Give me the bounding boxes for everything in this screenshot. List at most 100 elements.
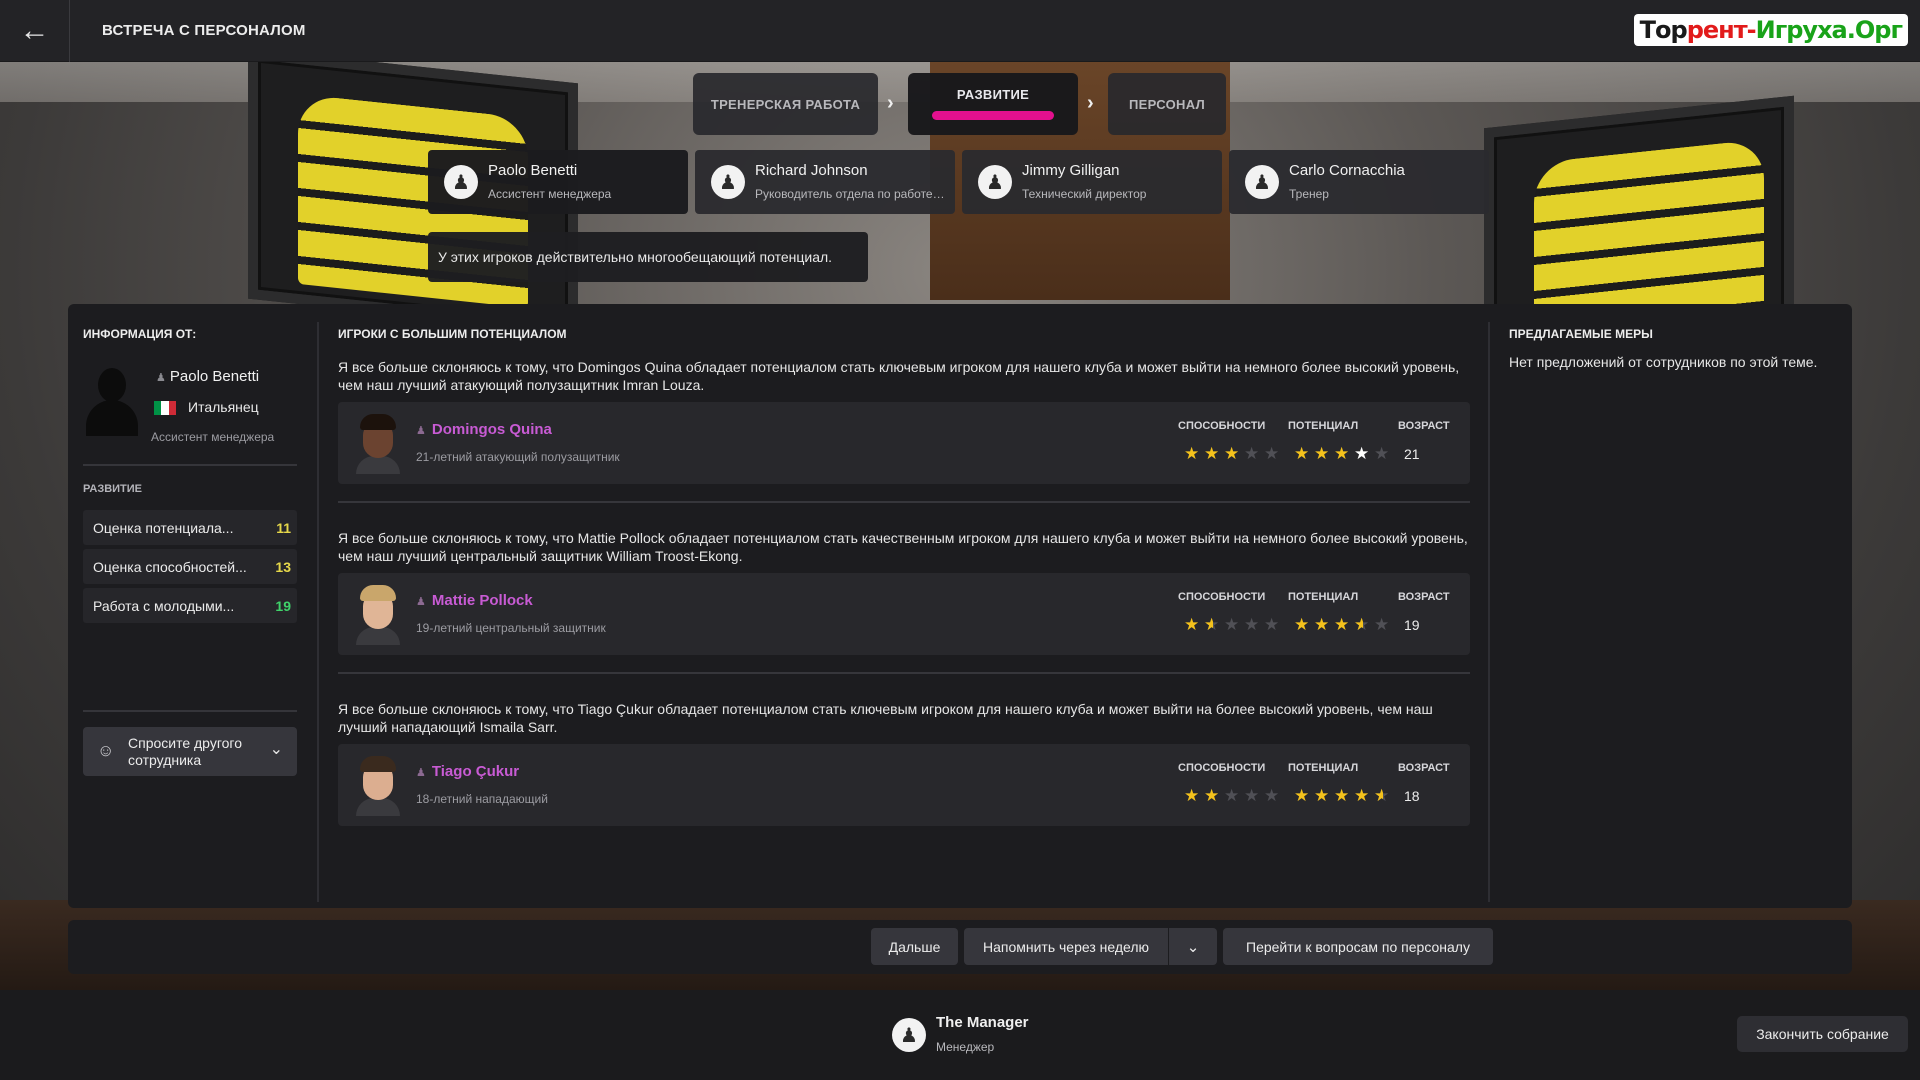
- player-portrait: [354, 756, 402, 816]
- silhouette-head: [98, 368, 126, 402]
- star-icon: ★: [1224, 786, 1241, 806]
- staff-role: Ассистент менеджера: [488, 187, 612, 201]
- star-icon: ★: [1204, 615, 1224, 635]
- ask-other-staff-dropdown[interactable]: ☺ Спросите другого сотрудника ⌄: [83, 727, 297, 776]
- chevron-right-icon: ›: [887, 92, 894, 114]
- italy-flag-icon: [154, 401, 176, 415]
- player-card[interactable]: ♟ Tiago Çukur 18-летний нападающий СПОСОБ…: [338, 744, 1470, 826]
- age-value: 19: [1404, 617, 1420, 633]
- staff-card-richard-johnson[interactable]: ♟ Richard Johnson Руководитель отдела по…: [695, 150, 955, 214]
- portrait-hair: [360, 756, 396, 772]
- star-icon: ★: [1264, 615, 1281, 635]
- next-button[interactable]: Дальше: [871, 928, 958, 965]
- portrait-shoulders: [356, 798, 400, 816]
- tab-coaching[interactable]: ТРЕНЕРСКАЯ РАБОТА: [693, 73, 878, 135]
- column-divider: [317, 322, 319, 902]
- star-icon: ★: [1374, 615, 1391, 635]
- age-header: ВОЗРАСТ: [1398, 762, 1450, 774]
- age-value: 18: [1404, 788, 1420, 804]
- main-panel: ИНФОРМАЦИЯ ОТ: ♟ Paolo Benetti Итальянец …: [68, 304, 1852, 908]
- star-icon: ★: [1314, 615, 1331, 635]
- age-header: ВОЗРАСТ: [1398, 420, 1450, 432]
- staff-name: Carlo Cornacchia: [1289, 162, 1405, 179]
- ability-stars: ★★★★★: [1184, 615, 1284, 635]
- info-nationality: Итальянец: [188, 399, 259, 415]
- remind-button[interactable]: Напомнить через неделю: [964, 928, 1168, 965]
- star-icon: ★: [1294, 615, 1311, 635]
- info-heading: ИНФОРМАЦИЯ ОТ:: [83, 327, 197, 341]
- ability-stars: ★★★★★: [1184, 786, 1284, 806]
- attribute-row[interactable]: Работа с молодыми... 19: [83, 588, 297, 623]
- tab-label: ТРЕНЕРСКАЯ РАБОТА: [710, 96, 861, 112]
- manager-name: The Manager: [936, 1014, 1029, 1031]
- star-icon: ★: [1374, 444, 1391, 464]
- star-icon: ★: [1354, 615, 1374, 635]
- player-comment: Я все больше склоняюсь к тому, что Matti…: [338, 530, 1468, 564]
- staff-role: Тренер: [1289, 187, 1329, 201]
- star-icon: ★: [1184, 786, 1201, 806]
- attribute-value: 13: [275, 559, 291, 575]
- ability-header: СПОСОБНОСТИ: [1178, 420, 1266, 432]
- star-icon: ★: [1374, 786, 1394, 806]
- active-tab-indicator: [932, 111, 1054, 120]
- info-staff-name: ♟ Paolo Benetti: [156, 368, 259, 385]
- player-card[interactable]: ♟ Mattie Pollock 19-летний центральный за…: [338, 573, 1470, 655]
- player-name[interactable]: ♟ Domingos Quina: [416, 421, 552, 438]
- back-button[interactable]: ←: [0, 0, 70, 62]
- divider: [338, 501, 1470, 503]
- chevron-right-icon: ›: [1087, 92, 1094, 114]
- divider: [83, 464, 297, 466]
- star-icon: ★: [1354, 444, 1371, 464]
- chevron-down-icon: ⌄: [269, 741, 283, 758]
- watermark-logo: Торрент-Игруха.Орг: [1633, 14, 1908, 46]
- attribute-value: 11: [276, 520, 291, 536]
- star-icon: ★: [1244, 444, 1261, 464]
- chevron-down-icon: ⌄: [1186, 938, 1200, 956]
- player-name[interactable]: ♟ Mattie Pollock: [416, 592, 533, 609]
- development-heading: РАЗВИТИЕ: [83, 483, 143, 495]
- potential-header: ПОТЕНЦИАЛ: [1288, 591, 1359, 603]
- action-bar: Дальше Напомнить через неделю ⌄ Перейти …: [68, 920, 1852, 974]
- portrait-hair: [360, 414, 396, 430]
- star-icon: ★: [1184, 444, 1201, 464]
- player-icon: ♟: [416, 425, 426, 437]
- star-icon: ★: [1224, 444, 1241, 464]
- portrait-hair: [360, 585, 396, 601]
- staff-name: Richard Johnson: [755, 162, 868, 179]
- staff-name: Paolo Benetti: [488, 162, 578, 179]
- attribute-row[interactable]: Оценка способностей... 13: [83, 549, 297, 584]
- watermark-part: рент-: [1686, 16, 1757, 44]
- attribute-row[interactable]: Оценка потенциала... 11: [83, 510, 297, 545]
- potential-stars: ★★★★★: [1294, 444, 1394, 464]
- remind-dropdown-button[interactable]: ⌄: [1169, 928, 1217, 965]
- star-icon: ★: [1334, 444, 1351, 464]
- age-value: 21: [1404, 446, 1420, 462]
- divider: [338, 672, 1470, 674]
- manager-role: Менеджер: [936, 1040, 995, 1054]
- flag-stripe: [168, 401, 176, 415]
- player-comment: Я все больше склоняюсь к тому, что Tiago…: [338, 701, 1433, 735]
- top-header: ← ВСТРЕЧА С ПЕРСОНАЛОМ Торрент-Игруха.Ор…: [0, 0, 1920, 62]
- column-divider: [1488, 322, 1490, 902]
- player-name-text: Domingos Quina: [431, 421, 552, 438]
- star-icon: ★: [1294, 444, 1311, 464]
- staff-avatar-icon: ♟: [444, 165, 478, 199]
- divider: [83, 710, 297, 712]
- staff-card-paolo-benetti[interactable]: ♟ Paolo Benetti Ассистент менеджера: [428, 150, 688, 214]
- tab-development[interactable]: РАЗВИТИЕ: [908, 73, 1078, 135]
- ability-header: СПОСОБНОСТИ: [1178, 591, 1266, 603]
- player-card[interactable]: ♟ Domingos Quina 21-летний атакующий полу…: [338, 402, 1470, 484]
- star-icon: ★: [1354, 786, 1371, 806]
- end-meeting-button[interactable]: Закончить собрание: [1737, 1016, 1908, 1052]
- tab-staff[interactable]: ПЕРСОНАЛ: [1108, 73, 1226, 135]
- flag-stripe: [154, 401, 162, 415]
- player-portrait: [354, 585, 402, 645]
- staff-avatar-icon: ♟: [711, 165, 745, 199]
- staff-card-carlo-cornacchia[interactable]: ♟ Carlo Cornacchia Тренер: [1229, 150, 1489, 214]
- tab-label: РАЗВИТИЕ: [956, 87, 1030, 102]
- player-name[interactable]: ♟ Tiago Çukur: [416, 763, 519, 780]
- attribute-label: Оценка способностей...: [93, 559, 247, 575]
- goto-staff-questions-button[interactable]: Перейти к вопросам по персоналу: [1223, 928, 1493, 965]
- staff-avatar-icon: ♟: [1245, 165, 1279, 199]
- staff-card-jimmy-gilligan[interactable]: ♟ Jimmy Gilligan Технический директор: [962, 150, 1222, 214]
